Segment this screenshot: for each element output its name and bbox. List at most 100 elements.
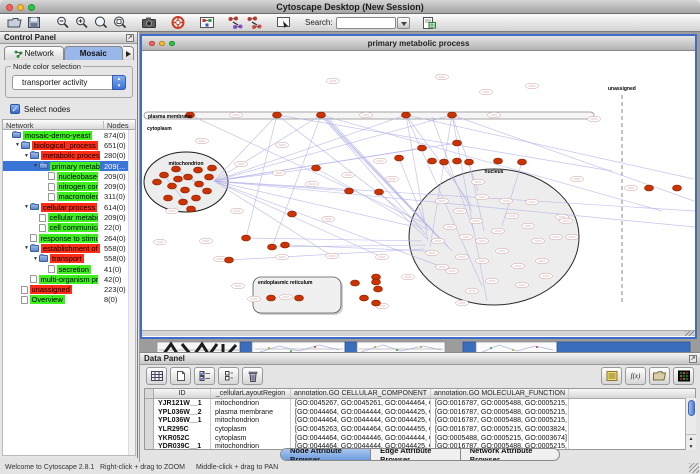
tree-row[interactable]: cell communicat22(0) [3,223,135,233]
gene-node[interactable] [295,295,304,301]
tab-edge-attribute-browser[interactable]: Edge Attribute Browser [371,449,461,460]
gene-node[interactable] [374,286,383,292]
select-nodes-checkbox[interactable] [10,104,20,114]
gene-node[interactable] [372,300,381,306]
gene-node[interactable] [418,145,427,151]
gene-node[interactable] [242,235,251,241]
gene-node[interactable] [208,165,217,171]
gene-node[interactable] [225,257,234,263]
expander-icon[interactable] [14,142,21,148]
edge[interactable] [321,115,426,235]
tree-scrollbar[interactable] [128,130,135,455]
column-header-region[interactable]: _cellularLayoutRegion [211,389,291,398]
gene-node[interactable] [281,242,290,248]
gene-node[interactable] [518,159,527,165]
network-window[interactable]: primary metabolic process plasma membran… [140,34,697,339]
tree-row[interactable]: metabolic process280(0) [3,151,135,161]
gene-node[interactable] [494,158,503,164]
gene-node[interactable] [402,112,411,118]
gene-node[interactable] [164,195,173,201]
attribute-batch-icon[interactable] [601,367,622,385]
gene-node[interactable] [453,158,462,164]
expander-icon[interactable] [32,256,39,262]
table-scrollbar[interactable]: ▲▼ [685,398,696,450]
gene-node[interactable] [372,279,381,285]
gene-node[interactable] [181,187,190,193]
gene-node[interactable] [194,167,203,173]
tree-row[interactable]: cellular process614(0) [3,202,135,212]
import-attributes-icon[interactable] [649,367,670,385]
gene-node[interactable] [174,176,183,182]
tab-network[interactable]: Network [4,46,64,60]
gene-node[interactable] [673,185,682,191]
tab-overflow-button[interactable] [123,46,134,60]
tree-row[interactable]: Overview8(0) [3,295,135,305]
edge[interactable] [246,238,422,241]
layout-a-icon[interactable] [226,15,245,30]
import-table-icon[interactable] [420,15,439,30]
tree-row[interactable]: unassigned223(0) [3,284,135,294]
expander-icon[interactable] [23,204,30,210]
select-attributes-icon[interactable] [194,367,215,385]
gene-node[interactable] [440,159,449,165]
search-dropdown-button[interactable] [397,17,410,29]
gene-node[interactable] [448,112,457,118]
save-icon[interactable] [24,15,43,30]
expander-icon[interactable] [23,245,30,251]
gene-node[interactable] [267,295,276,301]
gene-node[interactable] [192,195,201,201]
zoom-in-icon[interactable] [72,15,91,30]
gene-node[interactable] [273,112,282,118]
snapshot-icon[interactable] [139,15,158,30]
tab-node-attribute-browser[interactable]: Node Attribute Browser [281,449,371,460]
tree-row[interactable]: nucleobase-209(0) [3,171,135,181]
gene-node[interactable] [317,112,326,118]
edge[interactable] [326,118,448,247]
matrix-view-icon[interactable] [673,367,694,385]
search-input[interactable] [336,17,396,29]
delete-attribute-icon[interactable] [242,367,263,385]
float-panel-icon[interactable] [689,355,697,363]
gene-node[interactable] [268,244,277,250]
tree-row[interactable]: biological_process651(0) [3,140,135,150]
tree-row[interactable]: establishment of lo558(0) [3,243,135,253]
zoom-fit-icon[interactable] [110,15,129,30]
gene-node[interactable] [645,185,654,191]
gene-node[interactable] [453,140,462,146]
tree-row[interactable]: mosaic-demo-yeast874(0) [3,130,135,140]
expander-icon[interactable] [23,153,30,159]
annotation-icon[interactable] [274,15,293,30]
gene-node[interactable] [395,155,404,161]
table-row[interactable]: YPL036W__1mitochondrion[GO:0044464, GO:0… [145,416,695,425]
gene-node[interactable] [465,159,474,165]
network-window-titlebar[interactable]: primary metabolic process [142,36,695,51]
function-builder-icon[interactable]: f(x) [625,367,646,385]
table-row[interactable]: YJR121W__1mitochondrion[GO:0045267, GO:0… [145,399,695,408]
edge[interactable] [272,115,321,247]
layout-b-icon[interactable] [245,15,264,30]
frame-resize-grip[interactable] [685,331,694,336]
edge[interactable] [277,115,425,229]
gene-node[interactable] [351,280,360,286]
help-icon[interactable] [168,15,187,30]
open-icon[interactable] [5,15,24,30]
gene-node[interactable] [360,295,369,301]
network-canvas[interactable]: plasma membranecytoplasmmitochondrionnuc… [142,51,695,330]
column-header-cellular-component[interactable]: annotation.GO CELLULAR_COMPONENT [291,389,431,398]
gene-node[interactable] [187,206,196,212]
table-row[interactable]: YKR052Ccytoplasm[GO:0044464, GO:0044446,… [145,434,695,443]
zoom-out-icon[interactable] [53,15,72,30]
gene-node[interactable] [428,158,437,164]
gene-node[interactable] [153,179,162,185]
table-row[interactable]: YPL036W__2plasma membrane[GO:0044464, GO… [145,408,695,417]
window-titlebar[interactable]: Cytoscape Desktop (New Session) [0,0,700,14]
gene-node[interactable] [160,172,169,178]
tree-row[interactable]: primary metabo209(... [3,161,135,171]
tab-mosaic[interactable]: Mosaic [64,46,124,60]
tree-row[interactable]: multi-organism pro42(0) [3,274,135,284]
gene-node[interactable] [345,188,354,194]
zoom-selected-icon[interactable] [91,15,110,30]
tree-row[interactable]: cellular metabol209(0) [3,212,135,222]
gene-node[interactable] [312,165,321,171]
column-header-id[interactable]: ID [154,389,211,398]
